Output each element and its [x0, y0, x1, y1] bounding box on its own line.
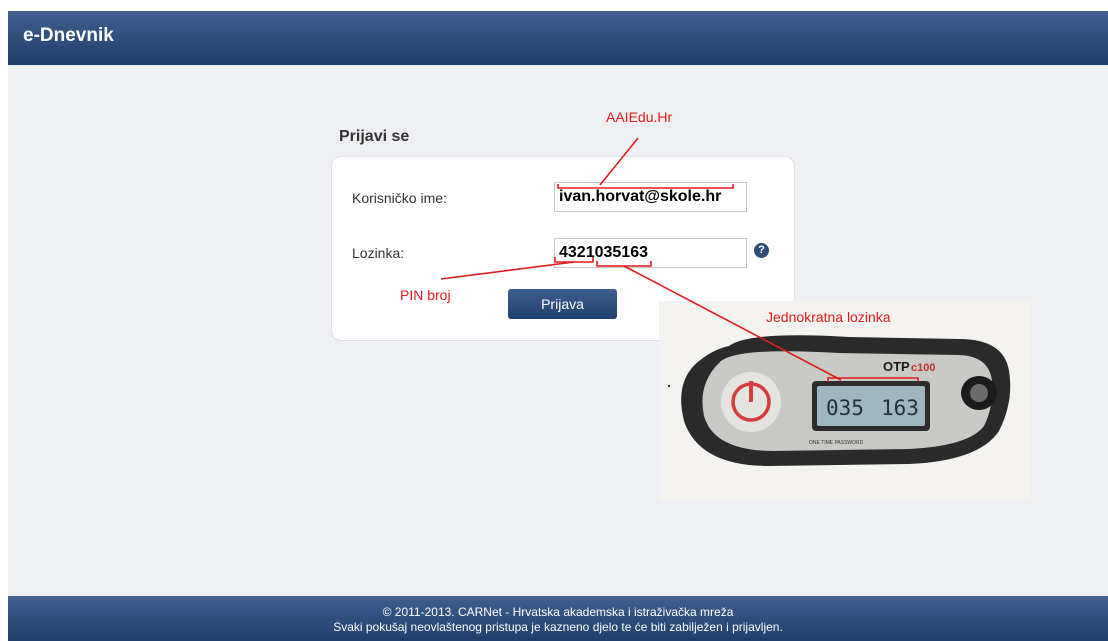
- footer-warning: Svaki pokušaj neovlaštenog pristupa je k…: [333, 620, 783, 634]
- annotation-otp: Jednokratna lozinka: [766, 309, 891, 325]
- annotation-overlay: [440, 137, 919, 382]
- annotation-domain: AAIEdu.Hr: [606, 109, 673, 125]
- annotation-pin: PIN broj: [400, 287, 451, 303]
- footer: © 2011-2013. CARNet - Hrvatska akademska…: [8, 596, 1108, 641]
- page: e-Dnevnik Prijavi se Korisničko ime: iva…: [8, 11, 1108, 641]
- footer-copyright: © 2011-2013. CARNet - Hrvatska akademska…: [382, 605, 734, 619]
